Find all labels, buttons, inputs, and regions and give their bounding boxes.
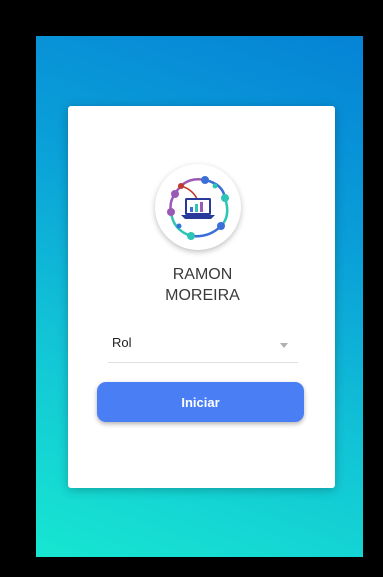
laptop-network-icon — [155, 164, 241, 250]
role-select-value: Rol — [112, 335, 132, 350]
start-button[interactable]: Iniciar — [97, 382, 304, 422]
user-name-line1: RAMON — [172, 266, 233, 283]
role-select[interactable]: Rol — [108, 335, 298, 363]
chevron-down-icon — [280, 343, 288, 348]
user-name: RAMON MOREIRA — [100, 264, 305, 306]
user-name-line2: MOREIRA — [165, 287, 240, 304]
